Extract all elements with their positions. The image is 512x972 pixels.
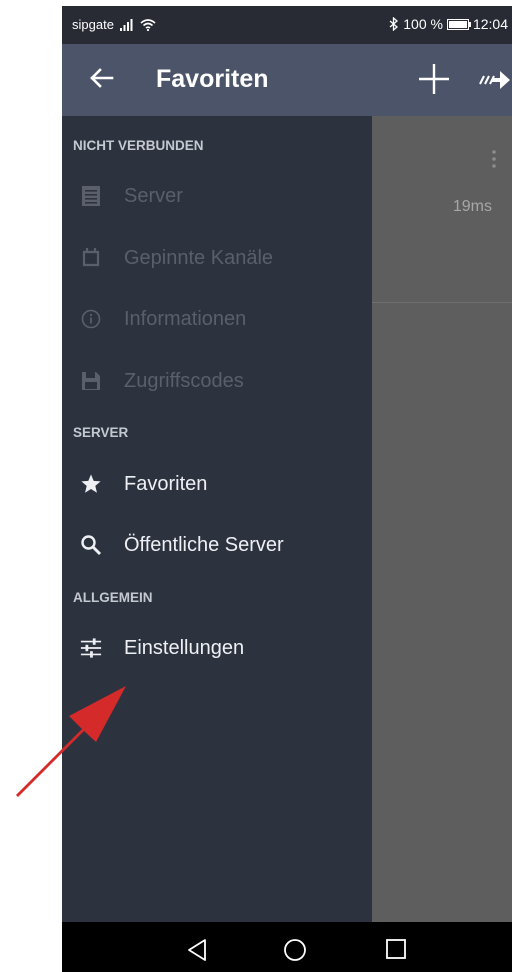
back-arrow-icon[interactable]: [84, 60, 120, 96]
drawer-item-favorites[interactable]: Favoriten: [62, 455, 372, 513]
section-title-not-connected: NICHT VERBUNDEN: [73, 138, 204, 153]
quick-connect-icon[interactable]: [476, 64, 512, 94]
drawer-item-settings[interactable]: Einstellungen: [62, 619, 372, 677]
save-icon: [80, 370, 102, 392]
info-icon: [80, 308, 102, 330]
phone-screen: sipgate 100 % 12:04 Favoriten 19ms NICHT…: [62, 6, 512, 972]
drawer-item-information[interactable]: Informationen: [62, 290, 372, 348]
drawer-item-pinned-channels[interactable]: Gepinnte Kanäle: [62, 229, 372, 287]
page-title: Favoriten: [156, 65, 269, 93]
drawer-item-public-servers[interactable]: Öffentliche Server: [62, 516, 372, 574]
signal-icon: [119, 18, 133, 31]
nav-recents-icon[interactable]: [385, 938, 407, 960]
navigation-drawer: NICHT VERBUNDEN Server Gepinnte Kanäle I…: [62, 116, 372, 922]
bluetooth-icon: [389, 17, 399, 31]
pin-icon: [80, 247, 102, 269]
battery-icon: [446, 18, 471, 30]
drawer-item-access-codes[interactable]: Zugriffscodes: [62, 352, 372, 410]
drawer-item-label: Öffentliche Server: [124, 533, 284, 556]
search-icon: [80, 534, 102, 556]
star-icon: [80, 473, 102, 495]
drawer-item-label: Gepinnte Kanäle: [124, 246, 274, 269]
system-navigation-bar: [62, 922, 512, 972]
drawer-item-server[interactable]: Server: [62, 167, 372, 225]
section-title-server: SERVER: [73, 425, 129, 440]
more-options-icon[interactable]: [492, 150, 496, 168]
status-bar: sipgate 100 % 12:04: [62, 6, 512, 44]
nav-back-icon[interactable]: [186, 938, 208, 962]
battery-percent: 100 %: [403, 16, 443, 32]
server-ping: 19ms: [452, 198, 492, 215]
section-title-general: ALLGEMEIN: [73, 590, 153, 605]
app-toolbar: Favoriten: [62, 44, 512, 116]
favorite-server-card[interactable]: 19ms: [372, 116, 512, 303]
nav-home-icon[interactable]: [283, 938, 307, 962]
server-list-icon: [80, 185, 102, 207]
drawer-item-label: Informationen: [124, 307, 247, 330]
drawer-item-label: Zugriffscodes: [124, 369, 244, 392]
wifi-icon: [140, 18, 156, 31]
settings-sliders-icon: [80, 637, 102, 659]
drawer-item-label: Einstellungen: [124, 636, 245, 659]
drawer-item-label: Favoriten: [124, 472, 208, 495]
add-icon[interactable]: [415, 60, 453, 98]
clock: 12:04: [472, 16, 508, 32]
drawer-item-label: Server: [124, 184, 183, 207]
carrier-name: sipgate: [72, 17, 114, 32]
